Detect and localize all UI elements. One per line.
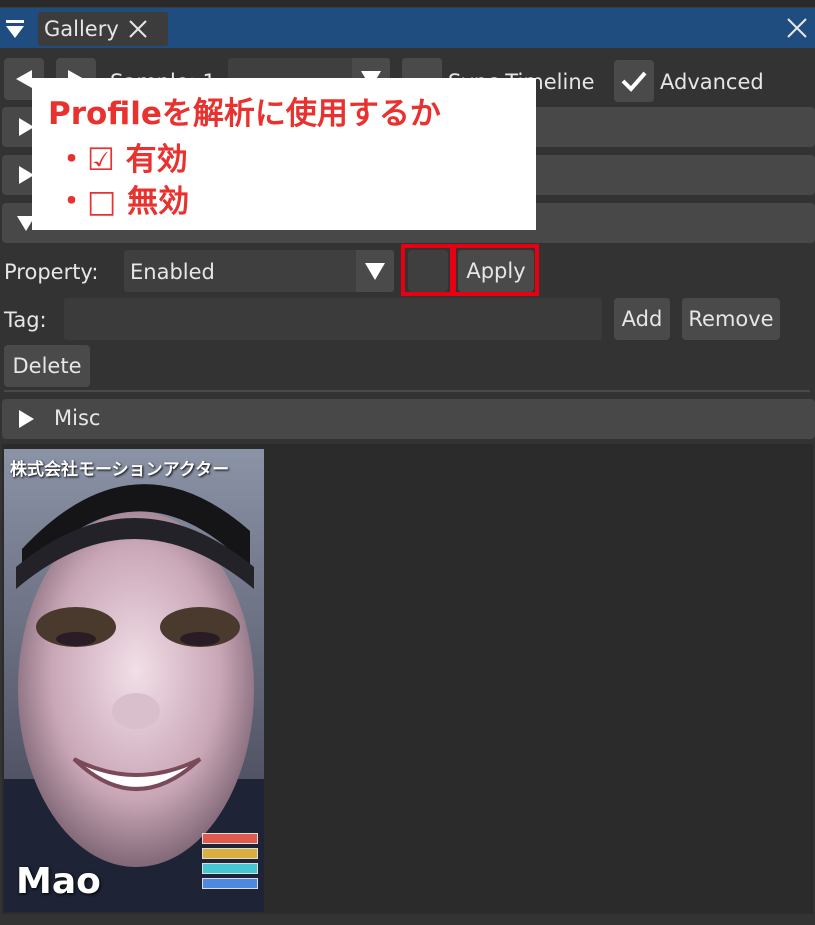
chevron-down-icon [365, 263, 385, 280]
window-close-icon[interactable] [785, 16, 809, 40]
property-label: Property: [4, 260, 99, 284]
property-value: Enabled [130, 260, 215, 284]
color-swatch [202, 848, 258, 859]
callout-line-enabled: ・☑ 有効 [56, 142, 188, 178]
dropdown-arrow [356, 250, 394, 292]
tab-close-icon[interactable] [127, 18, 149, 40]
tag-input[interactable] [64, 298, 602, 340]
delete-button[interactable]: Delete [4, 345, 90, 387]
separator [4, 390, 810, 392]
tag-label: Tag: [4, 308, 47, 332]
annotation-callout: Profileを解析に使用するか ・☑ 有効 ・□ 無効 [32, 78, 536, 230]
section-title: Misc [54, 406, 101, 430]
arrow-left-icon [16, 70, 32, 88]
color-swatch [202, 863, 258, 874]
property-select[interactable]: Enabled [124, 250, 394, 292]
color-swatch [202, 878, 258, 889]
window-menu-icon[interactable] [4, 18, 26, 40]
checkmark-icon [621, 71, 647, 92]
advanced-label: Advanced [660, 70, 764, 94]
remove-tag-button[interactable]: Remove [682, 298, 780, 340]
callout-line-disabled: ・□ 無効 [56, 184, 190, 220]
advanced-checkbox[interactable] [614, 60, 654, 102]
thumbnail-name: Mao [16, 861, 101, 902]
gallery-thumbnail[interactable]: 株式会社モーションアクター Mao [4, 449, 264, 912]
title-bar: Gallery [0, 8, 815, 48]
add-tag-button[interactable]: Add [614, 298, 670, 340]
tab-label: Gallery [44, 17, 119, 41]
callout-title: Profileを解析に使用するか [48, 96, 441, 132]
top-strip [0, 0, 815, 8]
section-header-misc[interactable]: Misc [2, 399, 815, 439]
tab-gallery[interactable]: Gallery [38, 12, 168, 46]
highlight-apply-box [452, 244, 539, 296]
expand-arrow-icon [19, 410, 34, 428]
highlight-checkbox-box [401, 244, 454, 296]
color-swatch [202, 833, 258, 844]
thumbnail-company: 株式会社モーションアクター [10, 460, 230, 480]
